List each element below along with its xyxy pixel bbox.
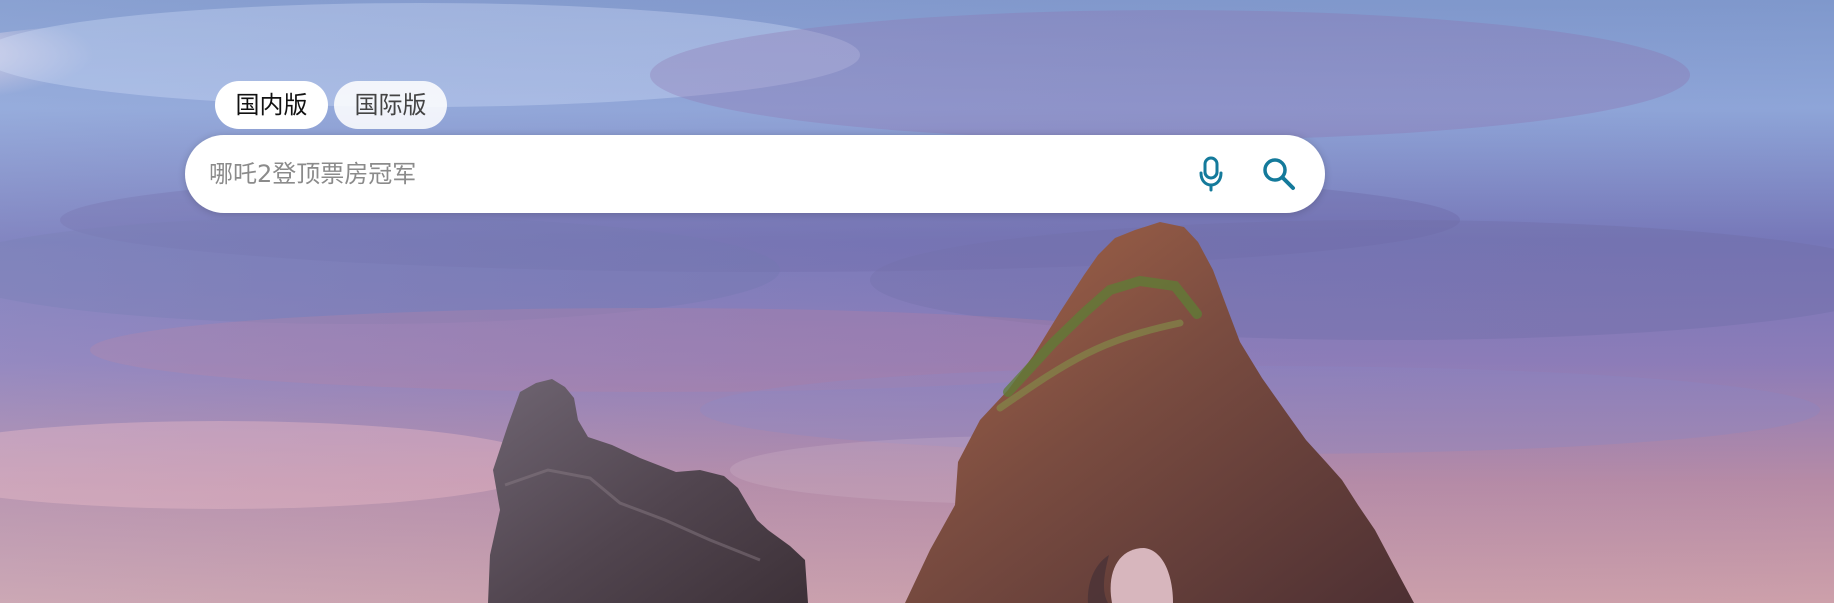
tab-international-label: 国际版: [354, 91, 427, 119]
search-button[interactable]: [1253, 148, 1305, 200]
microphone-icon: [1199, 156, 1223, 192]
search-icon: [1263, 158, 1295, 190]
version-tabs: 国内版 国际版: [215, 81, 447, 129]
search-bar: [185, 135, 1325, 213]
tab-international[interactable]: 国际版: [334, 81, 447, 129]
tab-domestic[interactable]: 国内版: [215, 81, 328, 129]
page: 国内版 国际版: [0, 0, 1834, 603]
microphone-button[interactable]: [1185, 148, 1237, 200]
search-input[interactable]: [185, 160, 1185, 188]
tab-domestic-label: 国内版: [235, 91, 308, 119]
